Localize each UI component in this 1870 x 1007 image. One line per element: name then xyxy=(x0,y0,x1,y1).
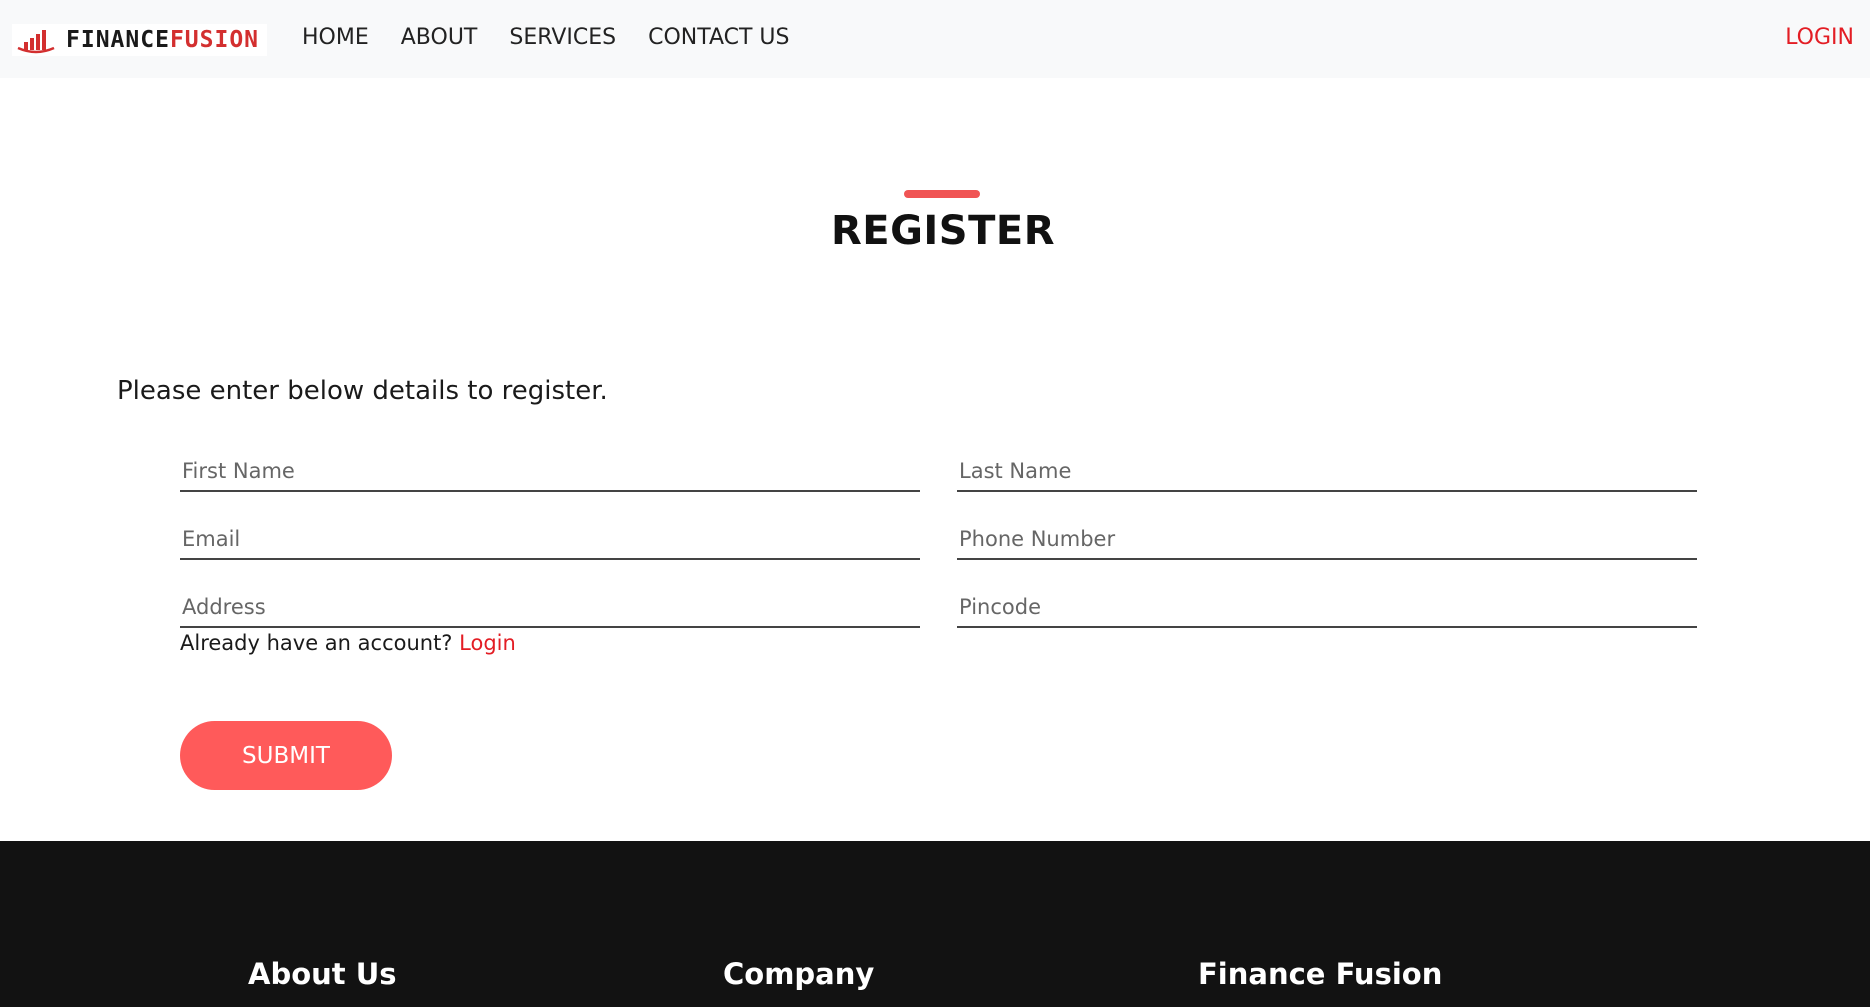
nav-contact-us[interactable]: CONTACT US xyxy=(648,24,789,52)
header-login-link[interactable]: LOGIN xyxy=(1785,24,1854,52)
submit-button[interactable]: SUBMIT xyxy=(180,721,392,790)
last-name-field-wrapper xyxy=(957,452,1697,492)
footer: About Us Company Finance Fusion xyxy=(0,841,1870,1007)
brand-logo[interactable]: FINANCEFUSION xyxy=(12,24,268,56)
pincode-input[interactable] xyxy=(957,588,1697,626)
nav-about[interactable]: ABOUT xyxy=(401,24,478,52)
email-input[interactable] xyxy=(180,520,920,558)
already-have-account-text: Already have an account? xyxy=(180,631,453,655)
login-link[interactable]: Login xyxy=(459,631,516,655)
footer-heading-company: Company xyxy=(723,957,875,991)
brand-name: FINANCEFUSION xyxy=(66,27,259,53)
bar-chart-icon xyxy=(17,30,55,54)
already-have-account: Already have an account? Login xyxy=(180,631,516,655)
page-title: REGISTER xyxy=(830,208,1056,254)
address-input[interactable] xyxy=(180,588,920,626)
title-accent-bar xyxy=(904,190,980,198)
first-name-input[interactable] xyxy=(180,452,920,490)
register-intro-text: Please enter below details to register. xyxy=(117,376,608,406)
main-nav: HOME ABOUT SERVICES CONTACT US xyxy=(302,24,789,52)
nav-home[interactable]: HOME xyxy=(302,24,369,52)
phone-field-wrapper xyxy=(957,520,1697,560)
address-field-wrapper xyxy=(180,588,920,628)
navbar: FINANCEFUSION HOME ABOUT SERVICES CONTAC… xyxy=(0,0,1870,78)
footer-heading-finance-fusion: Finance Fusion xyxy=(1198,957,1443,991)
brand-name-part1: FINANCE xyxy=(66,27,170,53)
phone-number-input[interactable] xyxy=(957,520,1697,558)
pincode-field-wrapper xyxy=(957,588,1697,628)
brand-name-part2: FUSION xyxy=(169,27,260,53)
first-name-field-wrapper xyxy=(180,452,920,492)
nav-services[interactable]: SERVICES xyxy=(509,24,616,52)
footer-heading-about-us: About Us xyxy=(248,957,397,991)
last-name-input[interactable] xyxy=(957,452,1697,490)
email-field-wrapper xyxy=(180,520,920,560)
